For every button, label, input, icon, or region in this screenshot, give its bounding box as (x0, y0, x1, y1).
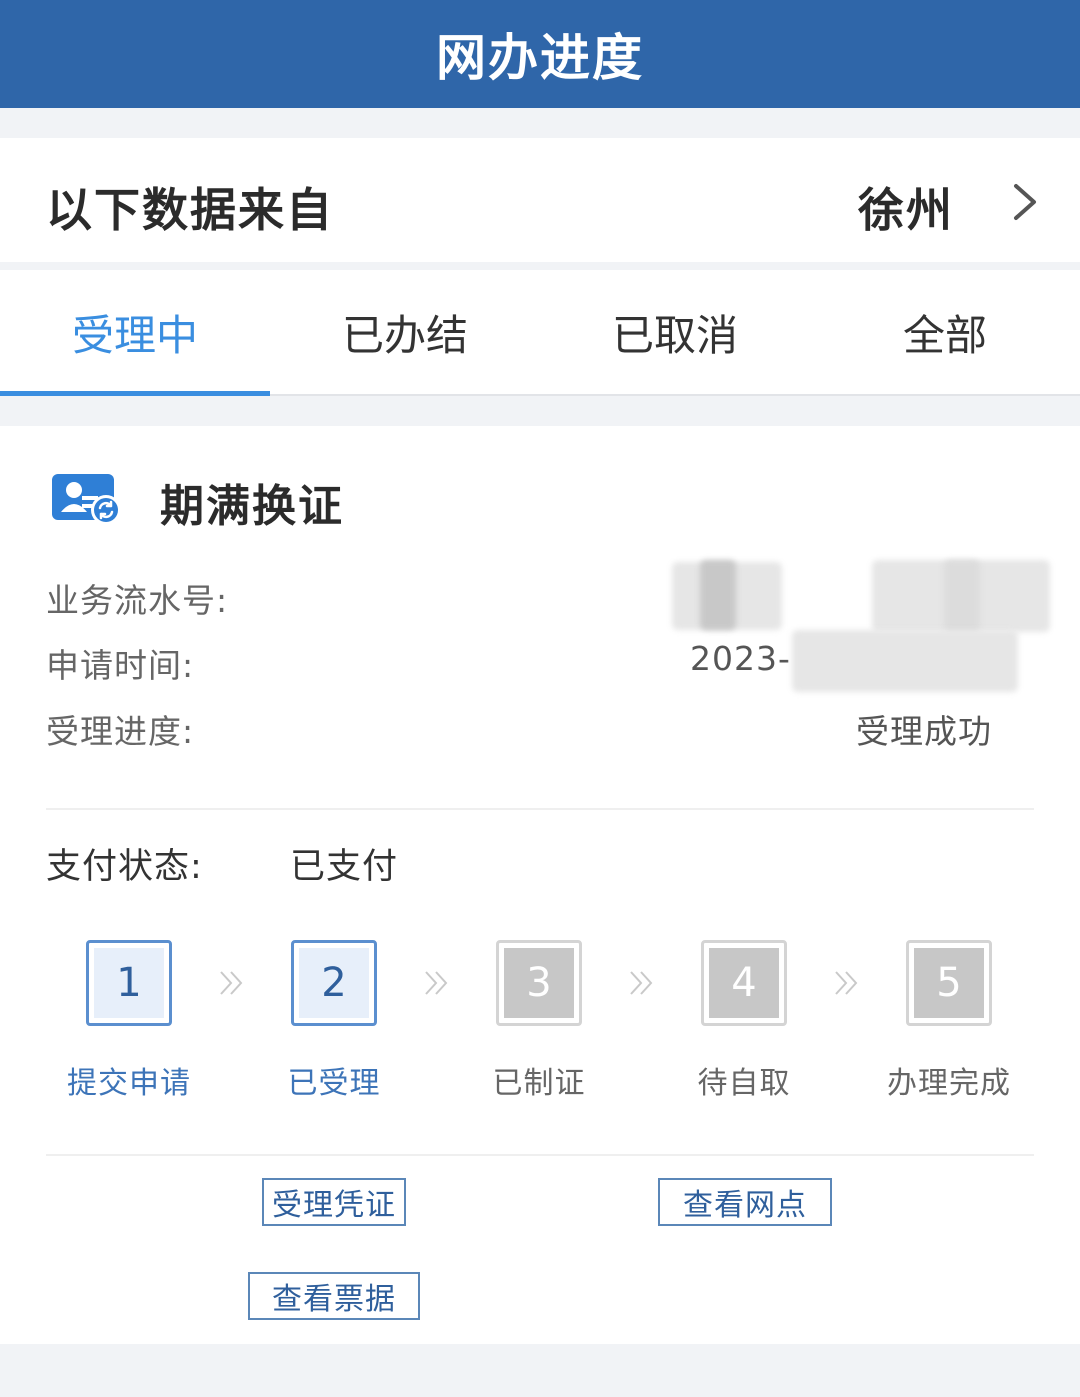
app-header: 网办进度 (0, 0, 1080, 108)
step-number: 1 (94, 948, 164, 1018)
step-number-box: 5 (906, 940, 992, 1026)
redacted-serial-4 (944, 560, 980, 632)
step-label: 提交申请 (67, 1066, 191, 1101)
data-source-label: 以下数据来自 (46, 183, 334, 237)
apply-time-value: 2023- (690, 639, 791, 678)
application-card: 期满换证 业务流水号: 申请时间: 2023- 受理进度: 受理成功 支付状态:… (0, 426, 1080, 1344)
tab-in-progress[interactable]: 受理中 (0, 270, 270, 394)
page-title: 网办进度 (436, 29, 644, 87)
redacted-time (792, 630, 1018, 692)
step-submit: 1 提交申请 (19, 940, 239, 1101)
active-tab-indicator (0, 391, 270, 396)
divider (46, 808, 1034, 810)
step-number: 2 (299, 948, 369, 1018)
step-number-box: 2 (291, 940, 377, 1026)
tab-cancelled[interactable]: 已取消 (540, 270, 810, 394)
step-produced: 3 已制证 (429, 940, 649, 1101)
tab-all[interactable]: 全部 (810, 270, 1080, 394)
status-tabs: 受理中 已办结 已取消 全部 (0, 270, 1080, 396)
step-number-box: 4 (701, 940, 787, 1026)
step-number: 5 (914, 948, 984, 1018)
chevron-right-icon[interactable] (1004, 182, 1044, 222)
step-done: 5 办理完成 (839, 940, 1059, 1101)
service-title: 期满换证 (160, 481, 344, 532)
step-number-box: 3 (496, 940, 582, 1026)
data-source-city[interactable]: 徐州 (858, 174, 954, 240)
acceptance-receipt-button[interactable]: 受理凭证 (262, 1178, 406, 1226)
tab-completed[interactable]: 已办结 (270, 270, 540, 394)
view-outlets-button[interactable]: 查看网点 (658, 1178, 832, 1226)
step-number-box: 1 (86, 940, 172, 1026)
data-source-selector[interactable]: 以下数据来自 徐州 (0, 138, 1080, 262)
step-label: 待自取 (697, 1066, 791, 1101)
step-accepted: 2 已受理 (224, 940, 444, 1101)
step-number: 3 (504, 948, 574, 1018)
step-pickup: 4 待自取 (634, 940, 854, 1101)
progress-value: 受理成功 (856, 712, 992, 751)
progress-label: 受理进度: (46, 712, 195, 751)
step-label: 办理完成 (887, 1066, 1011, 1101)
step-label: 已制证 (492, 1066, 586, 1101)
apply-time-label: 申请时间: (46, 646, 195, 685)
step-label: 已受理 (287, 1066, 381, 1101)
view-invoice-button[interactable]: 查看票据 (248, 1272, 420, 1320)
user-renew-icon (52, 474, 121, 525)
redacted-serial-2 (700, 560, 736, 630)
payment-status-value: 已支付 (290, 847, 399, 887)
step-number: 4 (709, 948, 779, 1018)
divider (46, 1154, 1034, 1156)
serial-number-label: 业务流水号: (46, 581, 229, 620)
payment-status-label: 支付状态: (46, 847, 203, 887)
